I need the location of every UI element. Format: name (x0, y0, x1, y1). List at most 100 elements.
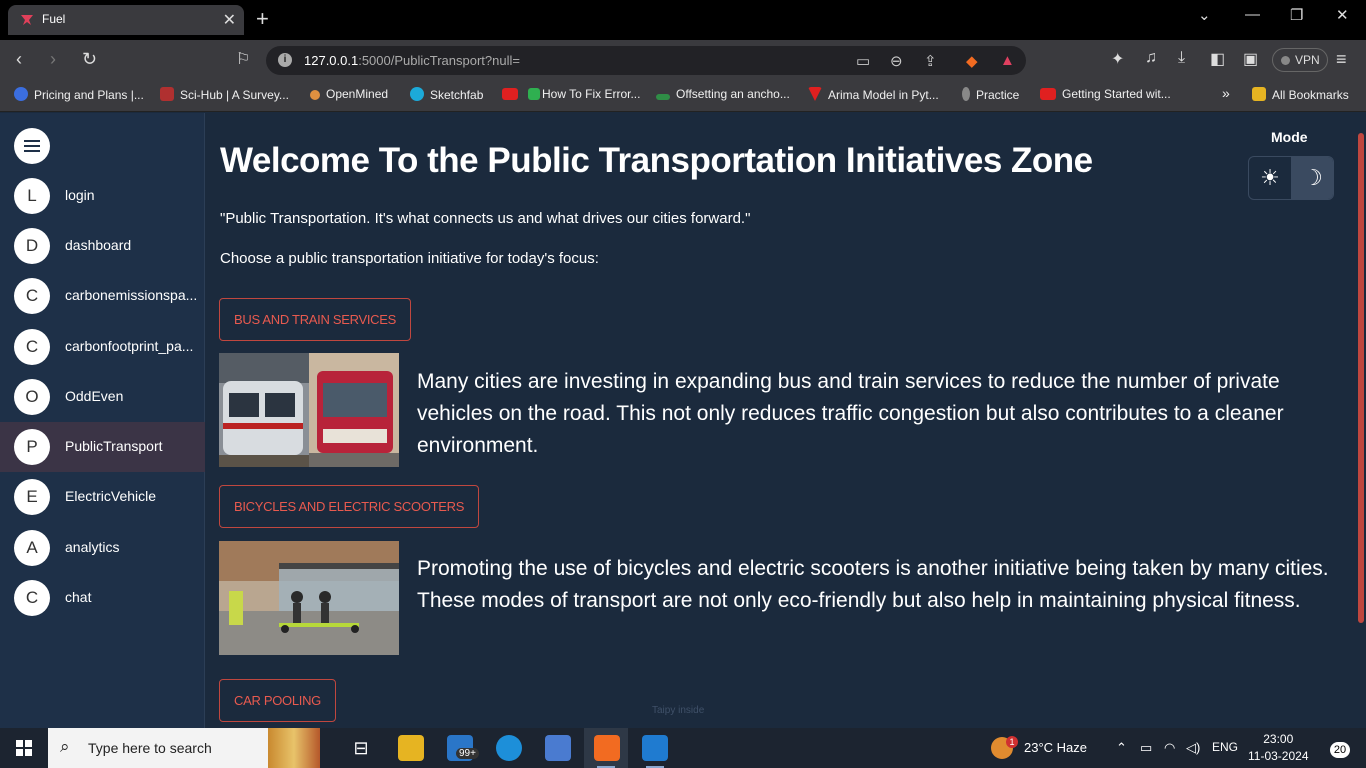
theme-mode-toggle[interactable]: ☀ ☽ (1248, 156, 1334, 200)
site-info-icon[interactable]: i (278, 53, 292, 67)
brave-rewards-icon[interactable]: ▲ (1000, 52, 1015, 69)
brave-shields-icon[interactable]: ◆ (966, 52, 978, 70)
bookmark-favicon-icon (528, 88, 540, 100)
language-indicator[interactable]: ENG (1212, 740, 1238, 754)
sidebar-item-oddeven[interactable]: O OddEven (0, 372, 205, 422)
sidebar-item-chat[interactable]: C chat (0, 573, 205, 623)
bookmark-item[interactable]: Getting Started wit... (1040, 87, 1171, 101)
bookmark-page-icon[interactable]: ⚐ (236, 49, 250, 69)
main-content: Welcome To the Public Transportation Ini… (206, 113, 1356, 728)
vscode-icon[interactable] (642, 735, 668, 761)
sidebar-item-label: dashboard (65, 237, 132, 253)
car-pooling-button[interactable]: CAR POOLING (219, 679, 336, 722)
store-icon[interactable] (545, 735, 571, 761)
bookmark-item[interactable]: Sketchfab (410, 87, 483, 102)
bookmark-item[interactable]: Sci-Hub | A Survey... (160, 87, 289, 102)
weather-text[interactable]: 23°C Haze (1024, 740, 1087, 755)
vpn-button[interactable]: VPN (1272, 48, 1328, 72)
wifi-icon[interactable]: ◠ (1164, 740, 1175, 756)
tab-title: Fuel (42, 12, 66, 26)
volume-icon[interactable]: ◁) (1186, 740, 1200, 756)
download-icon[interactable]: ⤓ (1178, 49, 1185, 67)
task-view-icon[interactable]: ⊟ (348, 735, 374, 761)
minimize-icon[interactable]: — (1245, 6, 1260, 23)
clock[interactable]: 23:00 11-03-2024 (1248, 731, 1309, 765)
bicycles-and-scooters-description: Promoting the use of bicycles and electr… (417, 557, 1329, 612)
mode-label: Mode (1271, 129, 1308, 145)
youtube-bookmark-icon[interactable] (502, 87, 524, 101)
sun-icon[interactable]: ☀ (1249, 157, 1291, 199)
file-explorer-icon[interactable] (398, 735, 424, 761)
bookmark-item[interactable]: How To Fix Error... (528, 87, 640, 101)
tray-overflow-icon[interactable]: ⌃ (1116, 740, 1127, 756)
bookmark-item[interactable]: Practice (962, 87, 1019, 102)
bicycles-and-scooters-button[interactable]: BICYCLES AND ELECTRIC SCOOTERS (219, 485, 480, 528)
sidebar-item-publictransport[interactable]: P PublicTransport (0, 422, 205, 472)
clock-time: 23:00 (1263, 732, 1294, 746)
bookmarks-bar: Pricing and Plans |... Sci-Hub | A Surve… (0, 80, 1366, 112)
avatar: P (14, 429, 50, 465)
edge-icon[interactable] (496, 735, 522, 761)
windows-start-icon[interactable] (16, 740, 32, 756)
cast-icon[interactable]: ▭ (856, 52, 870, 70)
avatar: A (14, 530, 50, 566)
sidebar-item-label: carbonemissionspa... (65, 287, 198, 303)
bookmark-item[interactable]: OpenMined (310, 87, 388, 101)
sidebar-item-analytics[interactable]: A analytics (0, 523, 205, 573)
share-icon[interactable]: ⇪ (924, 52, 937, 70)
avatar: D (14, 228, 50, 264)
media-icon[interactable]: ♫ (1145, 49, 1157, 67)
window-close-icon[interactable]: ✕ (1336, 6, 1349, 24)
tab-close-icon[interactable]: ✕ (223, 10, 236, 30)
sidebar-item-carbonemissions[interactable]: C carbonemissionspa... (0, 271, 205, 321)
bus-and-train-button[interactable]: BUS AND TRAIN SERVICES (219, 298, 411, 341)
extensions-icon[interactable]: ✦ (1111, 49, 1124, 69)
moon-icon[interactable]: ☽ (1291, 157, 1333, 199)
taskbar-search-box[interactable]: ⌕ Type here to search (48, 728, 320, 768)
reload-icon[interactable]: ↻ (82, 49, 97, 70)
brave-icon (594, 735, 620, 761)
avatar: E (14, 479, 50, 515)
bookmark-item[interactable]: Offsetting an ancho... (656, 87, 790, 101)
search-icon: ⌕ (60, 737, 70, 756)
battery-icon[interactable]: ▭ (1140, 740, 1152, 756)
all-bookmarks-button[interactable]: All Bookmarks (1252, 87, 1349, 102)
bus-and-train-description: Many cities are investing in expanding b… (417, 370, 1284, 457)
scrollbar[interactable] (1356, 113, 1366, 728)
bookmark-favicon-icon (410, 87, 424, 101)
address-bar[interactable]: i 127.0.0.1:5000/PublicTransport?null= ▭… (266, 46, 1026, 75)
sidebar-item-carbonfootprint[interactable]: C carbonfootprint_pa... (0, 322, 205, 372)
brave-taskbar-button[interactable] (584, 728, 628, 768)
browser-toolbar: ‹ › ↻ ⚐ i 127.0.0.1:5000/PublicTransport… (0, 40, 1366, 80)
tab-search-chevron-icon[interactable]: ⌄ (1198, 6, 1211, 24)
bookmark-item[interactable]: Pricing and Plans |... (14, 87, 144, 102)
sidebar-item-login[interactable]: L login (0, 171, 205, 221)
restore-icon[interactable]: ❐ (1290, 6, 1303, 24)
sidebar-toggle-icon[interactable]: ◧ (1210, 49, 1225, 69)
scrollbar-thumb[interactable] (1358, 133, 1364, 623)
windows-taskbar: ⌕ Type here to search ⊟ 99+ 1 23°C Haze … (0, 728, 1366, 768)
fuel-favicon-icon (21, 15, 33, 25)
zoom-icon[interactable]: ⊖ (890, 52, 903, 70)
forward-icon[interactable]: › (50, 49, 56, 70)
more-bookmarks-icon[interactable]: » (1222, 85, 1230, 101)
search-highlight-image (268, 728, 320, 768)
hamburger-menu-button[interactable] (14, 128, 50, 164)
back-icon[interactable]: ‹ (16, 49, 22, 70)
sidebar-item-electricvehicle[interactable]: E ElectricVehicle (0, 472, 205, 522)
folder-icon (1252, 87, 1266, 101)
bookmark-item[interactable]: Arima Model in Pyt... (808, 87, 939, 102)
menu-icon[interactable]: ≡ (1336, 49, 1347, 70)
browser-tab[interactable]: Fuel ✕ (8, 5, 244, 35)
weather-badge: 1 (1006, 736, 1018, 748)
sidebar-item-label: analytics (65, 539, 120, 555)
url-text[interactable]: 127.0.0.1:5000/PublicTransport?null= (304, 53, 520, 68)
sidebar-item-dashboard[interactable]: D dashboard (0, 221, 205, 271)
sidebar: L login D dashboard C carbonemissionspa.… (0, 113, 205, 728)
notification-center-icon[interactable]: 20 (1330, 742, 1350, 758)
wallet-icon[interactable]: ▣ (1243, 49, 1258, 69)
new-tab-button[interactable]: + (256, 6, 269, 32)
bookmark-favicon-icon (310, 90, 320, 100)
page-title: Welcome To the Public Transportation Ini… (220, 141, 1093, 180)
avatar: C (14, 580, 50, 616)
